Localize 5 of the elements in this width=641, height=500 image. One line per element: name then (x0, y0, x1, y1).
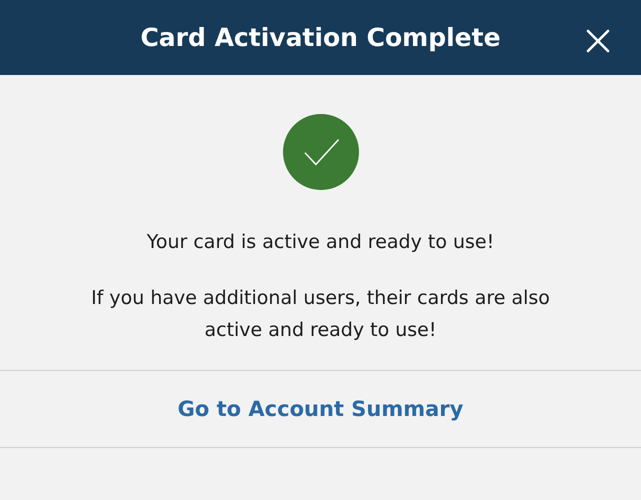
close-icon[interactable] (586, 29, 610, 53)
account-summary-link[interactable]: Go to Account Summary (178, 397, 464, 421)
message-text: Your card is active and ready to use! (146, 230, 496, 255)
dialog-title: Card Activation Complete (140, 23, 501, 52)
message-text: If you have additional users, their cards are also active and ready to use! (90, 286, 551, 343)
